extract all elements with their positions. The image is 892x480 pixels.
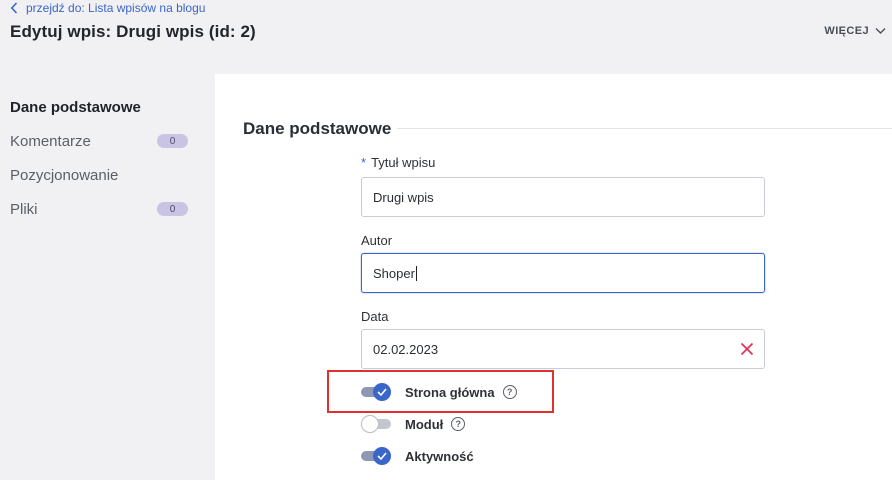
toggle-switch[interactable] — [361, 383, 391, 401]
main-panel: Dane podstawowe * Tytuł wpisu Drugi wpis … — [215, 74, 892, 480]
sidebar-item-label: Pozycjonowanie — [10, 166, 119, 184]
sidebar: Dane podstawowe Komentarze 0 Pozycjonowa… — [0, 74, 215, 480]
back-link-label[interactable]: przejdź do: Lista wpisów na blogu — [26, 1, 205, 15]
date-input-value: 02.02.2023 — [373, 341, 439, 357]
page-title: Edytuj wpis: Drugi wpis (id: 2) — [10, 22, 256, 41]
more-button[interactable]: WIĘCEJ — [824, 25, 886, 37]
sidebar-item-label: Komentarze — [10, 132, 91, 150]
page-header: przejdź do: Lista wpisów na blogu Edytuj… — [0, 0, 892, 74]
toggle-switch[interactable] — [361, 415, 391, 433]
toggle-knob — [361, 415, 379, 433]
toggle-label: Moduł — [405, 416, 444, 432]
sidebar-item-label: Dane podstawowe — [10, 98, 141, 116]
toggle-modul[interactable]: Moduł ? — [361, 414, 466, 434]
sidebar-item-dane-podstawowe[interactable]: Dane podstawowe — [10, 95, 188, 119]
title-field-label-text: Tytuł wpisu — [371, 155, 436, 170]
chevron-down-icon — [875, 28, 886, 34]
toggle-label: Aktywność — [405, 448, 474, 464]
toggle-strona-glowna[interactable]: Strona główna ? — [361, 382, 517, 402]
required-mark: * — [361, 155, 367, 170]
section-divider — [397, 128, 892, 129]
toggle-switch[interactable] — [361, 447, 391, 465]
clear-icon[interactable] — [740, 342, 754, 356]
checkmark-icon — [373, 447, 391, 465]
checkmark-icon — [373, 383, 391, 401]
title-input[interactable]: Drugi wpis — [361, 177, 765, 217]
sidebar-item-label: Pliki — [10, 200, 38, 218]
count-badge: 0 — [157, 202, 188, 216]
sidebar-item-komentarze[interactable]: Komentarze 0 — [10, 129, 188, 153]
date-field-label: Data — [361, 309, 389, 324]
author-input[interactable]: Shoper — [361, 253, 765, 293]
author-input-value: Shoper — [373, 265, 415, 281]
toggle-aktywnosc[interactable]: Aktywność — [361, 446, 474, 466]
author-field-label: Autor — [361, 233, 393, 248]
sidebar-item-pozycjonowanie[interactable]: Pozycjonowanie — [10, 163, 188, 187]
help-icon[interactable]: ? — [451, 417, 466, 431]
text-caret — [415, 265, 417, 281]
help-icon[interactable]: ? — [502, 385, 517, 399]
toggle-label: Strona główna — [405, 384, 495, 400]
title-input-value: Drugi wpis — [373, 189, 434, 205]
back-link[interactable]: przejdź do: Lista wpisów na blogu — [10, 1, 205, 15]
more-button-label[interactable]: WIĘCEJ — [824, 25, 869, 37]
sidebar-item-pliki[interactable]: Pliki 0 — [10, 197, 188, 221]
date-input[interactable]: 02.02.2023 — [361, 329, 765, 369]
count-badge: 0 — [157, 134, 188, 148]
title-field-label: * Tytuł wpisu — [361, 155, 435, 170]
section-title: Dane podstawowe — [243, 119, 392, 138]
chevron-left-icon — [10, 2, 20, 14]
